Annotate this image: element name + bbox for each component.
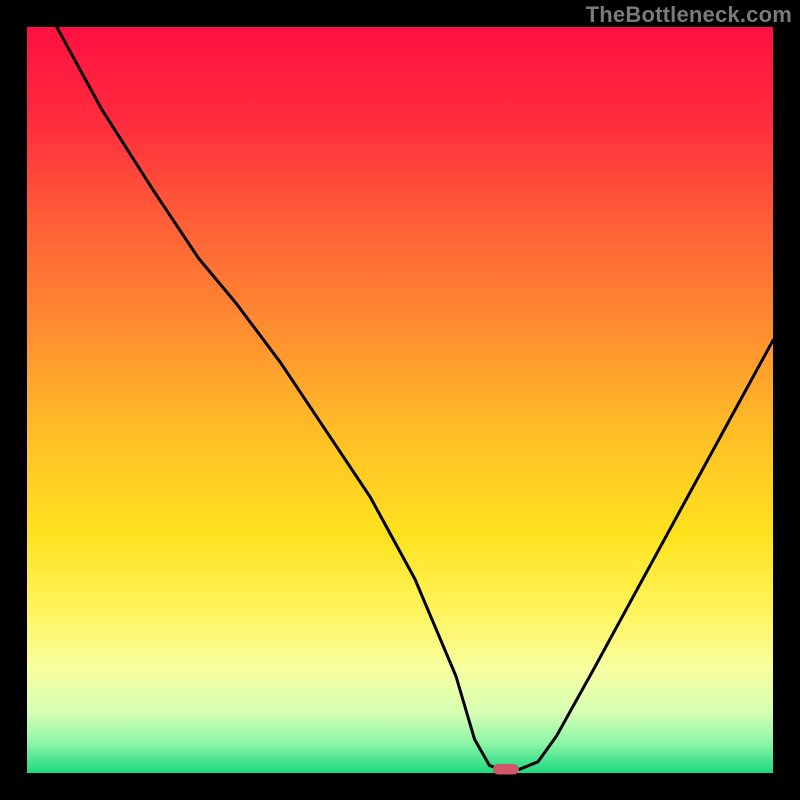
plot-background xyxy=(27,27,773,773)
watermark: TheBottleneck.com xyxy=(586,2,792,28)
optimal-marker xyxy=(493,764,519,774)
chart-container: TheBottleneck.com xyxy=(0,0,800,800)
bottleneck-chart xyxy=(0,0,800,800)
